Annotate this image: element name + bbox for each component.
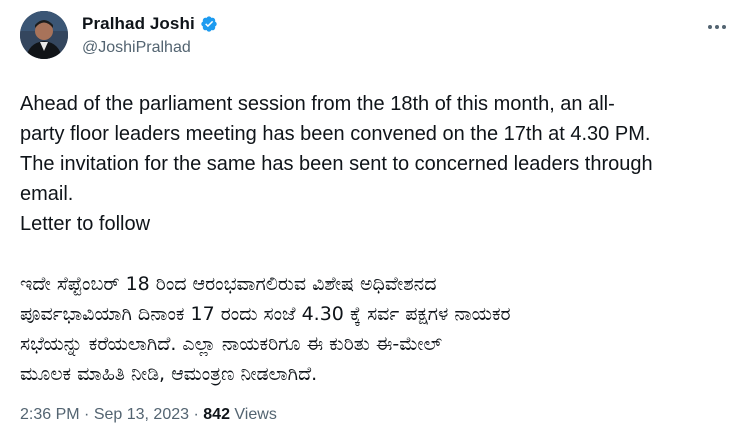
author-handle[interactable]: @JoshiPralhad xyxy=(82,39,218,57)
tweet-text-line-kannada: ಮೂಲಕ ಮಾಹಿತಿ ನೀಡಿ, ಆಮಂತ್ರಣ ನೀಡಲಾಗಿದೆ. xyxy=(20,363,318,385)
avatar-image xyxy=(20,11,68,59)
tweet-text-line: The invitation for the same has been sen… xyxy=(20,153,653,175)
views-count[interactable]: 842 xyxy=(203,406,230,423)
tweet-text-line: Letter to follow xyxy=(20,213,151,235)
author-info: Pralhad Joshi @JoshiPralhad xyxy=(82,13,218,57)
meta-separator: · xyxy=(84,406,90,423)
tweet-text-line: email. xyxy=(20,183,74,205)
display-name[interactable]: Pralhad Joshi xyxy=(82,14,195,34)
tweet-date[interactable]: Sep 13, 2023 xyxy=(94,406,189,423)
tweet-header: Pralhad Joshi @JoshiPralhad xyxy=(20,11,727,63)
tweet-text: Ahead of the parliament session from the… xyxy=(20,89,730,389)
tweet: Pralhad Joshi @JoshiPralhad Ahead of the… xyxy=(0,0,747,441)
tweet-text-line-kannada: ಇದೇ ಸೆಪ್ಟೆಂಬರ್ 18 ರಿಂದ ಆರಂಭವಾಗಲಿರುವ ವಿಶೇ… xyxy=(20,273,437,295)
tweet-text-line: party floor leaders meeting has been con… xyxy=(20,123,651,145)
tweet-text-line: Ahead of the parliament session from the… xyxy=(20,93,615,115)
views-label: Views xyxy=(234,406,277,423)
meta-separator: · xyxy=(193,406,199,423)
avatar[interactable] xyxy=(20,11,68,59)
tweet-text-line-kannada: ಪೂರ್ವಭಾವಿಯಾಗಿ ದಿನಾಂಕ 17 ರಂದು ಸಂಜೆ 4.30 ಕ… xyxy=(20,303,511,325)
tweet-text-line-kannada: ಸಭೆಯನ್ನು ಕರೆಯಲಾಗಿದೆ. ಎಲ್ಲಾ ನಾಯಕರಿಗೂ ಈ ಕು… xyxy=(20,333,442,355)
tweet-time[interactable]: 2:36 PM xyxy=(20,406,80,423)
tweet-meta: 2:36 PM · Sep 13, 2023 · 842 Views xyxy=(20,406,277,424)
verified-badge-icon[interactable] xyxy=(200,15,218,33)
more-options-icon[interactable] xyxy=(707,17,727,37)
display-name-row: Pralhad Joshi xyxy=(82,13,218,35)
